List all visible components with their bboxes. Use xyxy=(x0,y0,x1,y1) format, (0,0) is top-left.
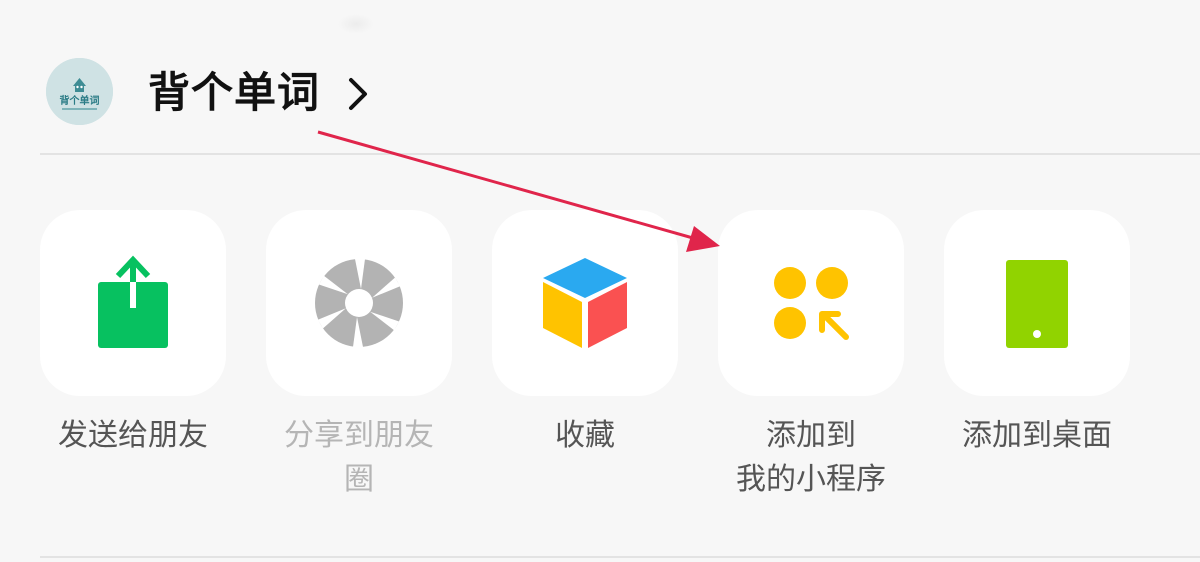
app-name[interactable]: 背个单词 xyxy=(148,64,320,122)
divider xyxy=(40,153,1200,155)
app-header[interactable]: 背个单词 背个单词 xyxy=(0,0,1200,154)
my-miniprograms-icon xyxy=(774,267,849,340)
chevron-right-icon[interactable] xyxy=(346,76,370,112)
action-label: 发送给朋友 xyxy=(58,418,208,453)
action-add-to-my-miniprograms[interactable]: 添加到 我的小程序 xyxy=(718,210,904,502)
moments-shutter-icon xyxy=(315,259,403,347)
svg-text:背个单词: 背个单词 xyxy=(60,94,100,107)
share-upload-icon xyxy=(98,255,168,348)
action-tile[interactable] xyxy=(718,210,904,396)
add-to-desktop-icon xyxy=(1006,260,1068,348)
app-logo-icon: 背个单词 xyxy=(46,58,113,125)
favorites-cube-icon xyxy=(543,258,627,348)
action-favorites[interactable]: 收藏 xyxy=(492,210,678,458)
action-label: 收藏 xyxy=(555,418,615,453)
action-tile xyxy=(266,210,452,396)
action-label: 分享到朋友 圈 xyxy=(284,418,434,497)
divider xyxy=(40,556,1200,558)
action-add-to-desktop[interactable]: 添加到桌面 xyxy=(944,210,1130,458)
action-label: 添加到桌面 xyxy=(962,418,1112,453)
action-tile[interactable] xyxy=(492,210,678,396)
action-send-to-friend[interactable]: 发送给朋友 xyxy=(40,210,226,458)
action-share-to-moments: 分享到朋友 圈 xyxy=(266,210,452,502)
action-tile[interactable] xyxy=(40,210,226,396)
action-label: 添加到 我的小程序 xyxy=(736,418,886,497)
action-tile[interactable] xyxy=(944,210,1130,396)
